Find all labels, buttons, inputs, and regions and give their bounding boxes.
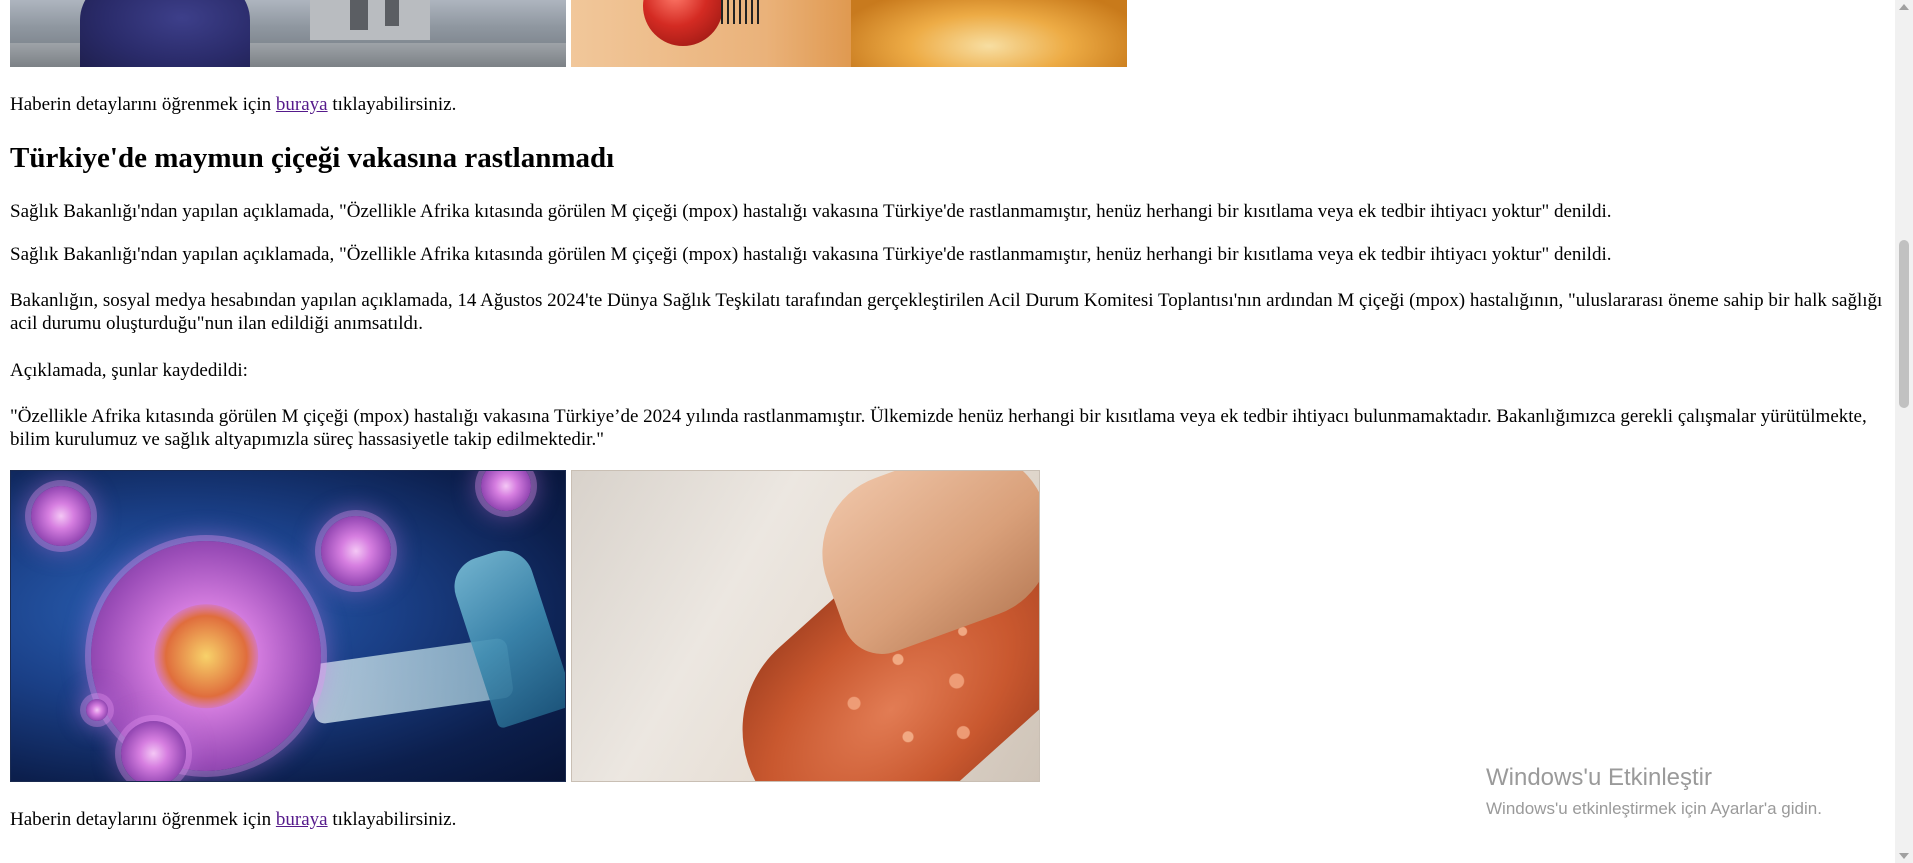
- scroll-up-arrow-icon[interactable]: [1899, 4, 1909, 10]
- person-shape: [80, 0, 250, 67]
- thermometer-bulb: [643, 0, 723, 46]
- building-shape: [310, 0, 430, 40]
- article-image-skin-rash: [571, 470, 1040, 782]
- paragraph-2: Sağlık Bakanlığı'ndan yapılan açıklamada…: [10, 244, 1612, 265]
- vertical-scrollbar[interactable]: [1895, 0, 1913, 863]
- top-image-row: [10, 0, 1127, 67]
- detail-line-top: Haberin detaylarını öğrenmek için buraya…: [10, 94, 457, 115]
- virus-cell-small: [31, 486, 91, 546]
- article-image-thermometer: [571, 0, 1127, 67]
- virus-cell-small: [481, 471, 531, 511]
- virus-cell-tiny: [86, 699, 108, 721]
- article-image-person: [10, 0, 566, 67]
- detail-link-bottom[interactable]: buraya: [276, 809, 328, 830]
- paragraph-1: Sağlık Bakanlığı'ndan yapılan açıklamada…: [10, 201, 1612, 222]
- article-image-virus: [10, 470, 566, 782]
- web-page: Haberin detaylarını öğrenmek için buraya…: [0, 0, 1895, 863]
- paragraph-5: "Özellikle Afrika kıtasında görülen M çi…: [10, 406, 1867, 450]
- paragraph-3: Bakanlığın, sosyal medya hesabından yapı…: [10, 290, 1883, 334]
- virus-cell-small: [321, 516, 391, 586]
- article-heading: Türkiye'de maymun çiçeği vakasına rastla…: [10, 142, 615, 174]
- windows-activation-watermark: Windows'u Etkinleştir Windows'u etkinleş…: [1486, 764, 1822, 820]
- bottom-image-row: [10, 470, 1040, 782]
- virus-cell-small: [121, 721, 186, 781]
- watermark-subtitle: Windows'u etkinleştirmek için Ayarlar'a …: [1486, 799, 1822, 818]
- paragraph-4: Açıklamada, şunlar kaydedildi:: [10, 360, 248, 381]
- scroll-down-arrow-icon[interactable]: [1899, 853, 1909, 859]
- scrollbar-thumb[interactable]: [1899, 240, 1909, 408]
- detail-link-top[interactable]: buraya: [276, 94, 328, 115]
- watermark-title: Windows'u Etkinleştir: [1486, 764, 1712, 791]
